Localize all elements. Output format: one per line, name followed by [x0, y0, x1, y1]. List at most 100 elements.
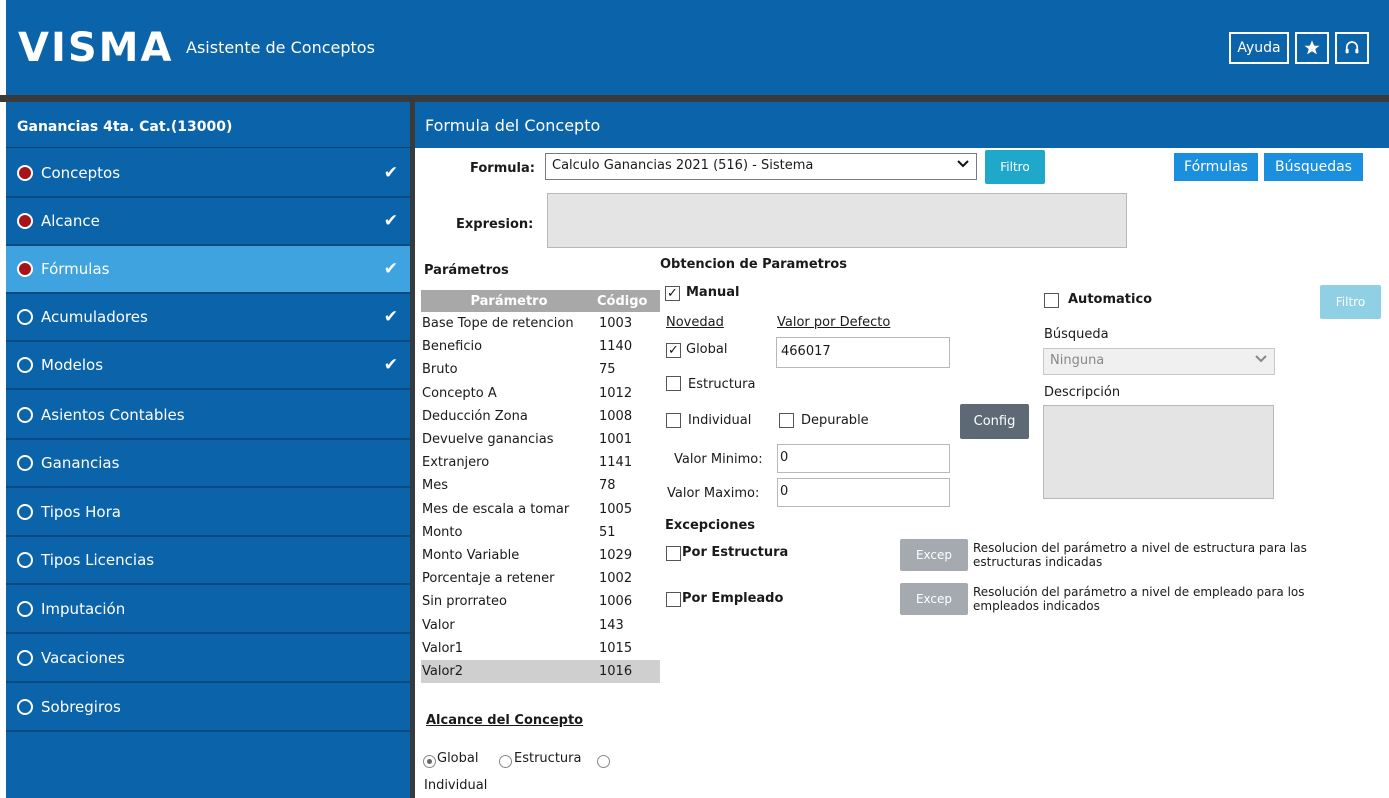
parametro-code-cell: 143: [599, 617, 624, 633]
table-row[interactable]: Porcentaje a retener 1002: [421, 567, 660, 590]
alcance-individual-radio[interactable]: [597, 755, 610, 768]
table-row[interactable]: Extranjero 1141: [421, 451, 660, 474]
column-header-codigo[interactable]: Código: [597, 294, 660, 309]
favorite-button[interactable]: [1295, 32, 1329, 64]
sidebar-item-5[interactable]: Asientos Contables: [6, 392, 410, 440]
excep-empleado-button[interactable]: Excep: [900, 583, 968, 615]
filtro-button[interactable]: Filtro: [985, 150, 1045, 184]
column-header-parametro[interactable]: Parámetro: [421, 294, 597, 309]
parametro-name-cell: Beneficio: [422, 339, 483, 355]
expresion-field[interactable]: [547, 193, 1127, 248]
valor-maximo-label: Valor Maximo:: [667, 486, 760, 501]
parametros-title: Parámetros: [424, 263, 509, 278]
descripcion-field[interactable]: [1043, 405, 1274, 499]
sidebar-item-label: Vacaciones: [41, 649, 125, 667]
table-row[interactable]: Valor2 1016: [421, 659, 660, 683]
parametro-name-cell: Extranjero: [422, 455, 490, 471]
estructura-checkbox[interactable]: [666, 376, 681, 391]
sidebar-item-1[interactable]: Alcance ✔: [6, 198, 410, 246]
global-label: Global: [686, 342, 728, 357]
table-row[interactable]: Valor 143: [421, 613, 660, 636]
excep-estructura-desc: Resolucion del parámetro a nivel de estr…: [973, 541, 1307, 569]
por-estructura-checkbox[interactable]: [666, 546, 681, 561]
table-row[interactable]: Mes 78: [421, 474, 660, 497]
help-button[interactable]: Ayuda: [1229, 32, 1289, 64]
chevron-down-icon: [956, 157, 970, 175]
alcance-individual-label: Individual: [424, 778, 488, 793]
formula-label: Formula:: [470, 161, 535, 176]
formula-select[interactable]: Calculo Ganancias 2021 (516) - Sistema: [545, 153, 977, 180]
manual-checkbox[interactable]: ✓: [665, 286, 680, 301]
check-icon: ✔: [383, 163, 398, 183]
automatico-checkbox[interactable]: [1044, 293, 1059, 308]
sidebar-item-label: Acumuladores: [41, 308, 148, 326]
parametro-code-cell: 51: [599, 524, 616, 540]
alcance-global-radio[interactable]: [423, 755, 436, 768]
sidebar-item-label: Ganancias: [41, 454, 120, 472]
sidebar-item-0[interactable]: Conceptos ✔: [6, 150, 410, 198]
depurable-label: Depurable: [801, 413, 869, 428]
sidebar-item-label: Imputación: [41, 600, 126, 618]
parametro-name-cell: Porcentaje a retener: [422, 571, 555, 587]
sidebar-item-4[interactable]: Modelos ✔: [6, 342, 410, 390]
excep-estructura-desc-line2: estructuras indicadas: [973, 555, 1103, 569]
depurable-checkbox[interactable]: [779, 413, 794, 428]
sidebar-item-7[interactable]: Tipos Hora: [6, 489, 410, 537]
parametro-name-cell: Monto: [422, 524, 463, 540]
table-row[interactable]: Concepto A 1012: [421, 382, 660, 405]
valor-minimo-input[interactable]: 0: [777, 444, 950, 473]
sidebar-item-2[interactable]: Fórmulas ✔: [6, 246, 410, 294]
parametro-code-cell: 1008: [599, 408, 633, 424]
busqueda-select-value: Ninguna: [1050, 353, 1105, 368]
table-row[interactable]: Beneficio 1140: [421, 335, 660, 358]
individual-checkbox[interactable]: [666, 413, 681, 428]
parametro-code-cell: 75: [599, 362, 616, 378]
parametro-code-cell: 1003: [599, 316, 633, 332]
sidebar-item-6[interactable]: Ganancias: [6, 440, 410, 488]
sidebar-item-label: Sobregiros: [41, 698, 121, 716]
sidebar-item-label: Tipos Hora: [41, 503, 121, 521]
sidebar-item-label: Conceptos: [41, 164, 121, 182]
formulas-button[interactable]: Fórmulas: [1174, 153, 1258, 181]
excep-estructura-button[interactable]: Excep: [900, 539, 968, 571]
expresion-label: Expresion:: [456, 217, 534, 232]
table-row[interactable]: Monto 51: [421, 521, 660, 544]
sidebar-item-8[interactable]: Tipos Licencias: [6, 537, 410, 585]
table-row[interactable]: Bruto 75: [421, 358, 660, 381]
table-row[interactable]: Deducción Zona 1008: [421, 405, 660, 428]
manual-label: Manual: [686, 285, 740, 300]
parametro-name-cell: Devuelve ganancias: [422, 432, 554, 448]
table-row[interactable]: Valor1 1015: [421, 637, 660, 660]
status-circle-icon: [17, 650, 33, 666]
sidebar-item-9[interactable]: Imputación: [6, 586, 410, 634]
alcance-estructura-radio[interactable]: [499, 755, 512, 768]
status-circle-icon: [17, 309, 33, 325]
headset-icon: [1345, 41, 1359, 54]
parametro-name-cell: Sin prorrateo: [422, 594, 507, 610]
por-empleado-checkbox[interactable]: [666, 592, 681, 607]
busquedas-button[interactable]: Búsquedas: [1264, 153, 1363, 181]
excepciones-title: Excepciones: [665, 518, 755, 533]
alcance-global-label: Global: [437, 751, 479, 766]
table-row[interactable]: Sin prorrateo 1006: [421, 590, 660, 613]
filtro-automatico-button[interactable]: Filtro: [1320, 285, 1381, 319]
sidebar-item-3[interactable]: Acumuladores ✔: [6, 294, 410, 342]
alcance-title: Alcance del Concepto: [426, 713, 584, 728]
support-button[interactable]: [1335, 32, 1369, 64]
star-icon: [1304, 40, 1320, 55]
busqueda-select[interactable]: Ninguna: [1043, 348, 1275, 375]
table-row[interactable]: Mes de escala a tomar 1005: [421, 498, 660, 521]
table-row[interactable]: Base Tope de retencion 1003: [421, 312, 660, 335]
sidebar-item-11[interactable]: Sobregiros: [6, 684, 410, 732]
parametro-code-cell: 1005: [599, 501, 633, 517]
valor-defecto-input[interactable]: 466017: [776, 337, 950, 368]
config-button[interactable]: Config: [960, 404, 1029, 439]
global-checkbox[interactable]: ✓: [666, 343, 681, 358]
valor-maximo-input[interactable]: 0: [777, 478, 950, 507]
table-row[interactable]: Monto Variable 1029: [421, 544, 660, 567]
parametros-table: Parámetro Código Base Tope de retencion 1…: [421, 290, 660, 683]
table-row[interactable]: Devuelve ganancias 1001: [421, 428, 660, 451]
sidebar-item-10[interactable]: Vacaciones: [6, 635, 410, 683]
parametro-code-cell: 1141: [599, 455, 633, 471]
parametro-code-cell: 1029: [599, 547, 633, 563]
